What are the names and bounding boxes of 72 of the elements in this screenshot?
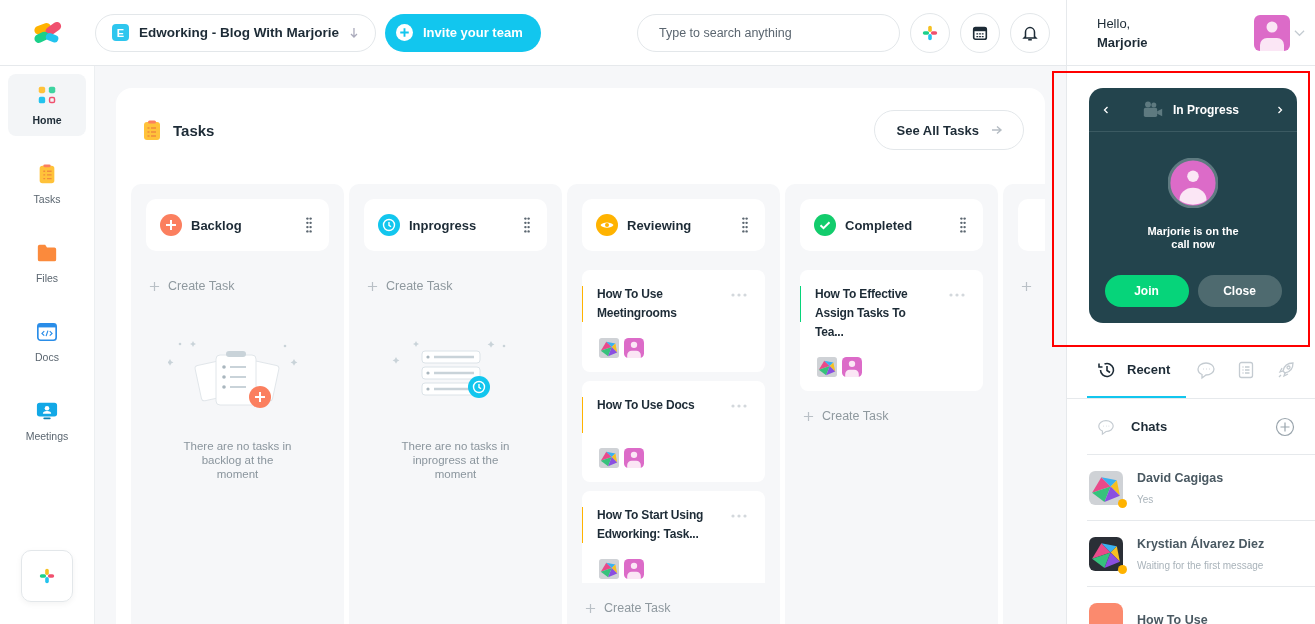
chat-message: Waiting for the first message xyxy=(1137,559,1265,571)
task-card[interactable]: How To Effective Assign Tasks To Tea... xyxy=(800,270,983,391)
chat-message: Yes xyxy=(1137,493,1155,505)
plus-icon xyxy=(149,280,160,292)
user-avatar xyxy=(1168,158,1218,208)
rocket-icon xyxy=(1276,359,1297,380)
plus-icon xyxy=(396,24,413,41)
chevron-left-icon[interactable] xyxy=(1103,105,1109,114)
task-title: How To Start Using Edworking: Task... xyxy=(597,507,705,543)
plus-icon xyxy=(803,410,814,422)
monitor-icon xyxy=(36,400,58,422)
nav-item[interactable]: Docs xyxy=(8,311,86,373)
user-avatar xyxy=(624,448,644,468)
call-message: Marjorie is on the call now xyxy=(1146,225,1240,251)
user-avatar xyxy=(842,357,862,377)
chevron-right-icon[interactable] xyxy=(1277,105,1283,114)
task-card[interactable]: How To Use Docs xyxy=(582,381,765,482)
chat-item[interactable]: Krystian Álvarez Diez Waiting for the first message xyxy=(1087,521,1315,587)
app-logo xyxy=(31,20,64,45)
clipboard-icon xyxy=(143,119,161,141)
chat-name: Krystian Álvarez Diez xyxy=(1137,536,1265,551)
drag-handle-icon[interactable] xyxy=(305,217,313,233)
column-header: Backlog xyxy=(146,199,329,251)
task-card[interactable]: How To Use Meetingrooms xyxy=(582,270,765,372)
eye-icon xyxy=(596,214,618,236)
user-name: Marjorie xyxy=(1097,34,1149,50)
chat-icon xyxy=(1097,417,1115,436)
greeting: Hello, xyxy=(1097,15,1132,31)
arrow-right-icon xyxy=(991,125,1003,135)
drag-handle-icon[interactable] xyxy=(741,217,749,233)
chat-name: David Cagigas xyxy=(1137,470,1224,485)
close-button[interactable]: Close xyxy=(1197,275,1282,307)
chat-item[interactable]: How To Use xyxy=(1087,587,1315,624)
video-camera-icon xyxy=(1143,101,1163,118)
code-window-icon xyxy=(36,321,58,343)
nav-item[interactable]: Meetings xyxy=(8,390,86,452)
task-title: How To Use Docs xyxy=(597,397,696,414)
call-status: In Progress xyxy=(1173,102,1241,117)
nav-item[interactable]: Files xyxy=(8,232,86,294)
task-title: How To Use Meetingrooms xyxy=(597,286,678,322)
checkmark-icon xyxy=(814,214,836,236)
nav-item[interactable]: Tasks xyxy=(8,153,86,215)
add-icon[interactable] xyxy=(1275,416,1295,437)
plus-icon xyxy=(367,280,378,292)
section-title: Tasks xyxy=(173,121,215,139)
user-avatar[interactable] xyxy=(1254,14,1290,51)
empty-state-text: There are no tasks in backlog at the moment xyxy=(182,439,293,481)
chat-name: How To Use xyxy=(1137,612,1208,624)
arrow-down-icon xyxy=(349,26,359,39)
clock-icon xyxy=(378,214,400,236)
user-avatar xyxy=(624,338,644,358)
plus-icon xyxy=(921,23,939,42)
drag-handle-icon[interactable] xyxy=(959,217,967,233)
user-avatar xyxy=(624,559,644,579)
task-title: How To Effective Assign Tasks To Tea... xyxy=(815,286,909,341)
folder-icon xyxy=(36,242,58,264)
recent-tab[interactable]: Recent xyxy=(1087,343,1187,398)
chat-icon xyxy=(1196,359,1217,380)
task-card[interactable]: How To Start Using Edworking: Task... xyxy=(582,491,765,583)
column-header: Completed xyxy=(800,199,983,251)
drag-handle-icon[interactable] xyxy=(523,217,531,233)
empty-state-text: There are no tasks in inprogress at the moment xyxy=(400,439,511,481)
plus-icon xyxy=(160,214,182,236)
section-title: Chats xyxy=(1131,419,1169,434)
grid-icon xyxy=(36,84,58,106)
plus-icon xyxy=(585,602,596,614)
nav-item[interactable]: Home xyxy=(8,74,86,136)
column-header: Inprogress xyxy=(364,199,547,251)
search-field[interactable]: Type to search anything xyxy=(637,13,900,52)
chat-item[interactable]: David Cagigas Yes xyxy=(1087,455,1315,521)
column-header: Reviewing xyxy=(582,199,765,251)
plus-icon xyxy=(38,567,56,585)
